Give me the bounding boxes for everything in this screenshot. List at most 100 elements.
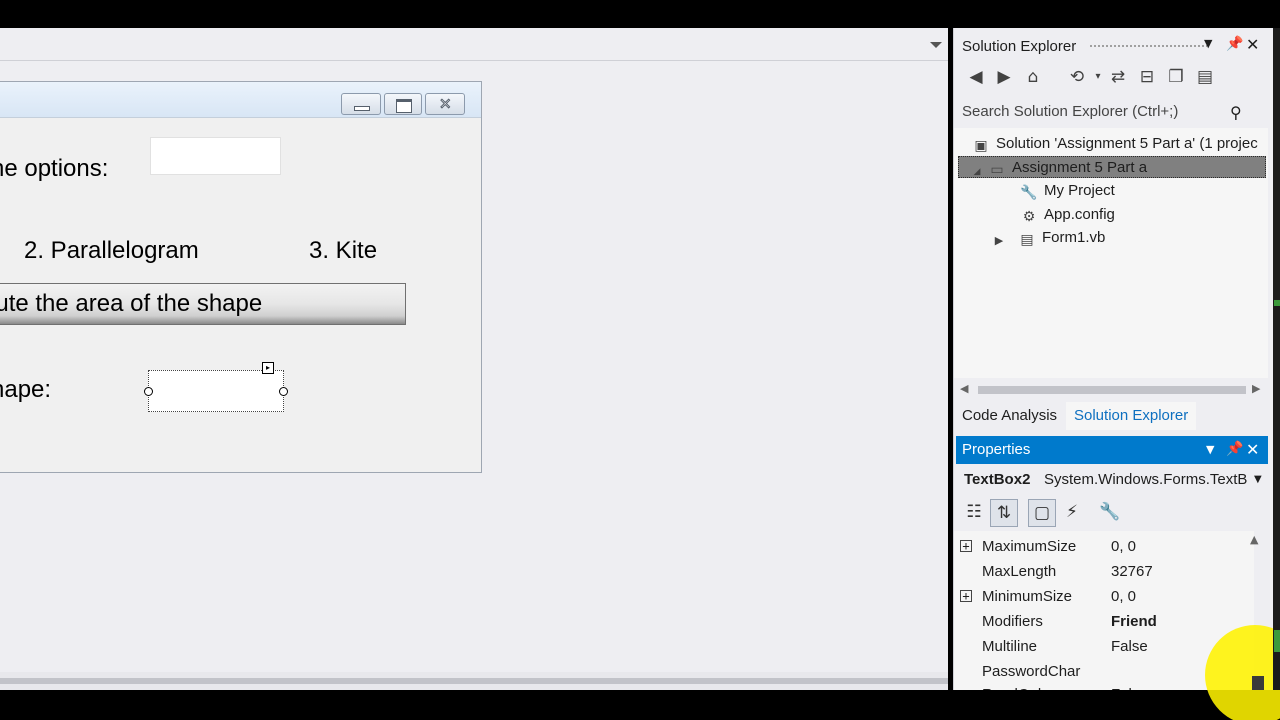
tree-item-label: Assignment 5 Part a	[1012, 159, 1148, 176]
compute-area-button[interactable]: pute the area of the shape	[0, 283, 406, 325]
object-type: System.Windows.Forms.TextB	[1044, 471, 1248, 488]
solution-explorer-search[interactable]: Search Solution Explorer (Ctrl+;) ⚲	[954, 98, 1268, 126]
property-value[interactable]: Friend	[1111, 609, 1157, 634]
panel-grip[interactable]	[1089, 44, 1207, 49]
screen-edge-strip	[1273, 28, 1280, 690]
edge-marker	[1274, 300, 1280, 306]
property-name: Modifiers	[982, 613, 1043, 630]
parallelogram-label[interactable]: 2. Parallelogram	[24, 237, 199, 265]
pin-icon[interactable]: 📌	[1226, 441, 1243, 457]
alphabetical-icon[interactable]: ⇅	[990, 499, 1018, 527]
expand-icon[interactable]: +	[960, 540, 972, 552]
config-file-icon: ⚙	[1022, 209, 1036, 225]
properties-header: Properties ▼ 📌 ✕	[956, 436, 1268, 464]
dropdown-icon[interactable]: ▾	[1087, 66, 1109, 88]
tab-code-analysis[interactable]: Code Analysis	[954, 402, 1065, 430]
properties-view-icon[interactable]: ▢	[1028, 499, 1056, 527]
properties-toolbar: ☷ ⇅ ▢ ⚡ 🔧	[954, 498, 1268, 528]
form-window[interactable]: he options: 2. Parallelogram 3. Kite put…	[0, 81, 482, 473]
designer-horizontal-scrollbar[interactable]	[0, 672, 948, 690]
scroll-right-icon[interactable]: ▶	[1252, 382, 1260, 395]
tree-item-project[interactable]: ◢ ▭ Assignment 5 Part a	[972, 157, 1148, 180]
dock-tabs: Code Analysis Solution Explorer	[954, 402, 1268, 432]
property-name: MinimumSize	[982, 588, 1073, 605]
designer-scroll-thumb[interactable]	[0, 678, 948, 684]
right-dock: Solution Explorer ▼ 📌 ✕ ◀ ▶ ⌂ ⟲ ▾ ⇄ ⊟ ❐ …	[953, 28, 1273, 690]
property-name: MaxLength	[982, 563, 1057, 580]
tree-item-form1[interactable]: ▶ ▤ Form1.vb	[992, 227, 1106, 249]
properties-title: Properties	[962, 441, 1031, 458]
collapse-all-icon[interactable]: ⊟	[1136, 66, 1158, 88]
categorized-icon[interactable]: ☷	[960, 499, 988, 527]
property-name: MaximumSize	[982, 538, 1077, 555]
tree-item-label: Solution 'Assignment 5 Part a' (1 projec	[996, 135, 1258, 152]
property-value[interactable]: 0, 0	[1111, 584, 1136, 609]
resize-handle-right[interactable]	[279, 387, 288, 396]
solution-explorer-scrollbar[interactable]: ◀ ▶	[954, 381, 1268, 399]
property-pages-icon[interactable]: 🔧	[1096, 499, 1124, 527]
minimize-button[interactable]	[341, 93, 381, 115]
collapse-arrow-icon[interactable]: ◢	[972, 164, 982, 180]
tree-item-solution[interactable]: ▣ Solution 'Assignment 5 Part a' (1 proje…	[972, 133, 1258, 155]
property-value[interactable]: 0, 0	[1111, 534, 1136, 559]
property-row[interactable]: MaxLength 32767	[954, 559, 1254, 584]
resize-handle-left[interactable]	[144, 387, 153, 396]
search-icon[interactable]: ⚲	[1230, 103, 1242, 122]
expand-icon[interactable]: +	[960, 590, 972, 602]
tree-item-label: App.config	[1044, 206, 1115, 223]
options-label[interactable]: he options:	[0, 155, 108, 183]
back-icon[interactable]: ◀	[965, 66, 987, 88]
form-designer: he options: 2. Parallelogram 3. Kite put…	[0, 28, 948, 690]
tree-item-label: My Project	[1044, 182, 1115, 199]
area-textbox[interactable]	[148, 370, 284, 412]
mouse-cursor-icon	[1252, 676, 1264, 690]
events-icon[interactable]: ⚡	[1058, 499, 1086, 527]
property-value[interactable]: False	[1111, 634, 1148, 659]
maximize-button[interactable]	[384, 93, 422, 115]
shape-label[interactable]: hape:	[0, 376, 51, 404]
close-button[interactable]	[425, 93, 465, 115]
properties-object-selector[interactable]: TextBox2 System.Windows.Forms.TextB ▼	[954, 468, 1268, 492]
search-placeholder: Search Solution Explorer (Ctrl+;)	[962, 103, 1179, 120]
kite-label[interactable]: 3. Kite	[309, 237, 377, 265]
dropdown-arrow-icon[interactable]	[930, 42, 942, 48]
property-name: PasswordChar	[982, 663, 1081, 680]
home-icon[interactable]: ⌂	[1022, 66, 1044, 88]
property-name: Multiline	[982, 638, 1038, 655]
close-icon[interactable]: ✕	[1246, 35, 1259, 54]
property-value[interactable]: 32767	[1111, 559, 1153, 584]
solution-explorer-header: Solution Explorer ▼ 📌 ✕	[954, 28, 1273, 58]
solution-explorer-toolbar: ◀ ▶ ⌂ ⟲ ▾ ⇄ ⊟ ❐ ▤	[954, 66, 1273, 94]
forward-icon[interactable]: ▶	[993, 66, 1015, 88]
scroll-thumb[interactable]	[978, 386, 1246, 394]
scroll-left-icon[interactable]: ◀	[960, 382, 968, 395]
pin-icon[interactable]: 📌	[1226, 36, 1243, 52]
tab-solution-explorer[interactable]: Solution Explorer	[1066, 402, 1197, 430]
sync-icon[interactable]: ⟲	[1066, 66, 1088, 88]
expand-arrow-icon[interactable]: ▶	[992, 233, 1006, 249]
properties-icon[interactable]: ▤	[1194, 66, 1216, 88]
property-row[interactable]: Modifiers Friend	[954, 609, 1254, 634]
property-name: ReadOnly	[982, 682, 1049, 690]
solution-tree: ▣ Solution 'Assignment 5 Part a' (1 proje…	[954, 128, 1268, 378]
wrench-icon: 🔧	[1020, 185, 1038, 201]
smart-tag-icon[interactable]: ▸	[262, 362, 274, 374]
dropdown-icon[interactable]: ▼	[1204, 37, 1212, 50]
tree-item-app-config[interactable]: ⚙ App.config	[1020, 204, 1115, 226]
property-row[interactable]: + MaximumSize 0, 0	[954, 534, 1254, 559]
refresh-icon[interactable]: ⇄	[1107, 66, 1129, 88]
object-name: TextBox2	[964, 471, 1031, 488]
show-all-files-icon[interactable]: ❐	[1165, 66, 1187, 88]
dropdown-icon[interactable]: ▼	[1206, 443, 1214, 456]
scroll-up-icon[interactable]: ▲	[1250, 533, 1258, 546]
tree-item-label: Form1.vb	[1042, 229, 1106, 246]
options-textbox[interactable]	[150, 137, 281, 175]
property-row[interactable]: + MinimumSize 0, 0	[954, 584, 1254, 609]
vb-project-icon: ▭	[990, 162, 1004, 178]
tree-item-my-project[interactable]: 🔧 My Project	[1020, 180, 1115, 202]
close-icon[interactable]: ✕	[1246, 440, 1259, 459]
form-file-icon: ▤	[1020, 232, 1034, 248]
chevron-down-icon[interactable]: ▼	[1254, 474, 1262, 485]
form-title-bar	[0, 82, 481, 118]
property-value[interactable]: False	[1111, 682, 1148, 690]
